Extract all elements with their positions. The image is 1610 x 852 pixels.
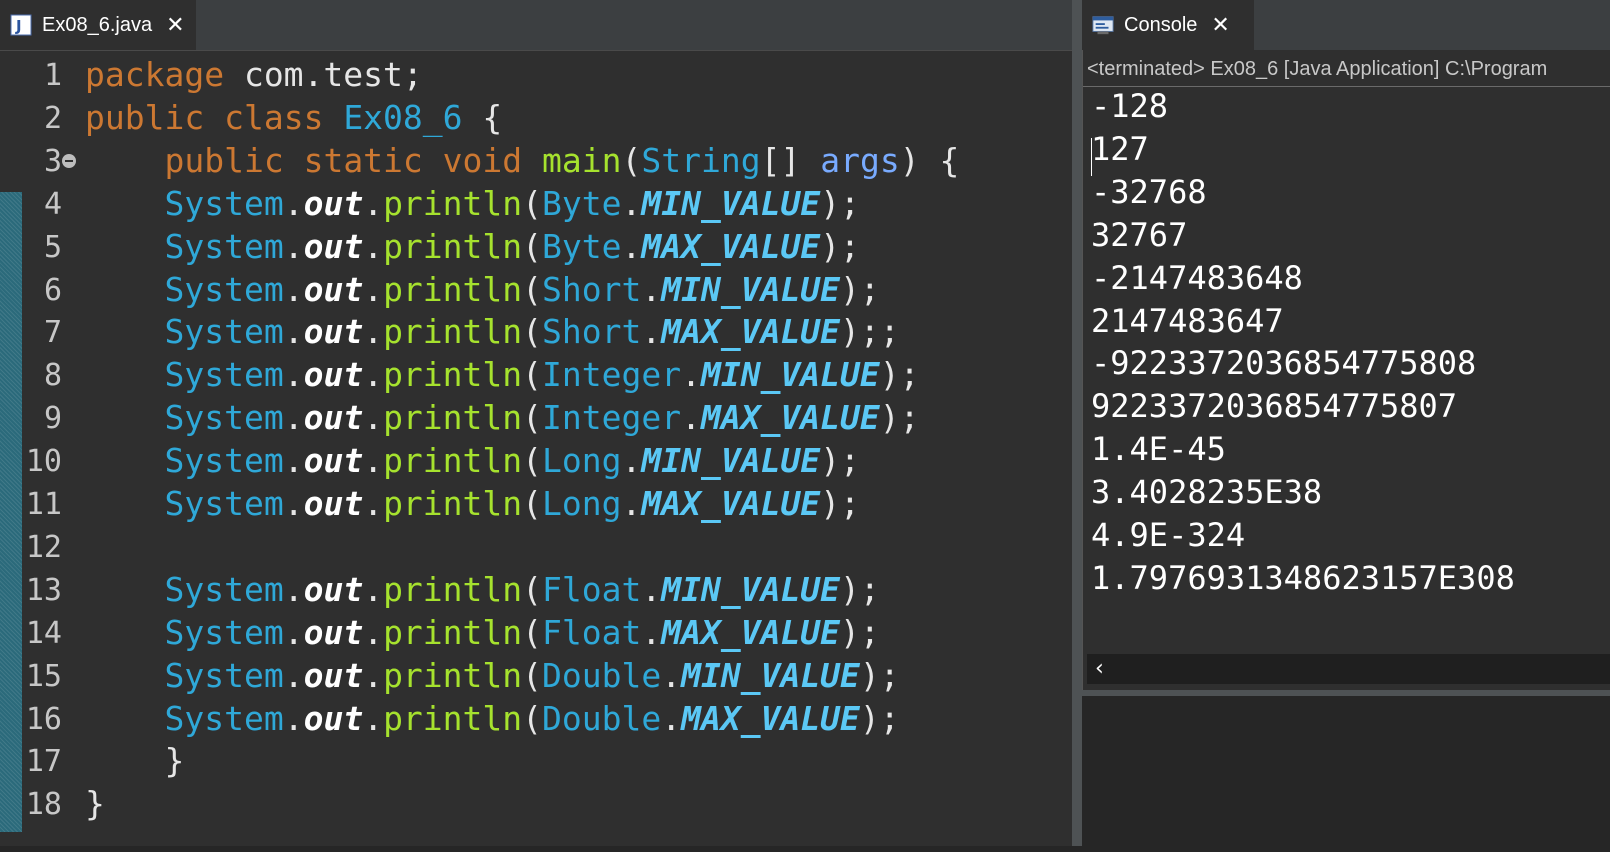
line-number: 9 xyxy=(43,401,62,437)
java-file-icon: J xyxy=(10,14,32,36)
scroll-left-icon[interactable]: ‹ xyxy=(1095,654,1104,684)
code-line: package com.test; xyxy=(85,55,423,94)
panel-divider[interactable] xyxy=(1072,0,1082,846)
console-output-line: -2147483648 xyxy=(1091,258,1303,297)
code-line: System.out.println(Double.MIN_VALUE); xyxy=(164,655,900,695)
code-line: System.out.println(Byte.MIN_VALUE); xyxy=(164,183,860,223)
line-number: 10 xyxy=(25,444,62,480)
console-status-header: <terminated> Ex08_6 [Java Application] C… xyxy=(1087,58,1548,80)
console-output-line: 3.4028235E38 xyxy=(1091,473,1323,512)
line-number: 1 xyxy=(43,58,62,93)
line-number: 4 xyxy=(43,186,62,222)
code-line: System.out.println(Short.MIN_VALUE); xyxy=(164,269,880,309)
code-line: System.out.println(Long.MAX_VALUE); xyxy=(164,484,860,523)
code-line: System.out.println(Short.MAX_VALUE);; xyxy=(164,312,900,352)
console-output-line: -128 xyxy=(1091,87,1169,125)
code-line: } xyxy=(85,741,185,781)
console-output-line: 127 xyxy=(1091,129,1149,168)
tab-title: Console xyxy=(1124,13,1198,36)
code-line: System.out.println(Float.MIN_VALUE); xyxy=(164,569,880,609)
console-output-line: 9223372036854775807 xyxy=(1091,387,1458,426)
line-number: 11 xyxy=(25,487,62,522)
line-number: 17 xyxy=(25,744,62,780)
line-number: 15 xyxy=(25,658,62,694)
console-view: Console ✕ <terminated> Ex08_6 [Java Appl… xyxy=(1082,0,1610,852)
svg-text:J: J xyxy=(15,17,22,35)
code-line: System.out.println(Byte.MAX_VALUE); xyxy=(164,226,860,266)
code-editor[interactable]: J Ex08_6.java ✕ 1 2 3 4 5 6 7 8 9 10 11 12 13 14 15 16 1… xyxy=(0,0,1072,846)
console-output-area[interactable]: <terminated> Ex08_6 [Java Application] C… xyxy=(1082,50,1610,690)
code-line: System.out.println(Double.MAX_VALUE); xyxy=(164,698,900,738)
console-output-line: 2147483647 xyxy=(1091,301,1284,340)
horizontal-scrollbar[interactable]: ‹ xyxy=(1087,654,1610,684)
console-tab-bar: Console ✕ xyxy=(1082,0,1610,50)
line-number: 14 xyxy=(25,615,62,651)
line-number: 18 xyxy=(25,787,62,823)
code-line: System.out.println(Integer.MAX_VALUE); xyxy=(164,398,920,438)
console-output-line: 32767 xyxy=(1091,215,1188,254)
line-number: 3 xyxy=(43,143,62,179)
code-line: } xyxy=(85,784,105,824)
line-number: 13 xyxy=(25,572,62,608)
line-number: 6 xyxy=(43,272,62,308)
tab-console[interactable]: Console ✕ xyxy=(1082,0,1254,50)
console-output-line: 1.7976931348623157E308 xyxy=(1091,558,1515,597)
tab-title: Ex08_6.java xyxy=(42,13,153,36)
code-line: System.out.println(Float.MAX_VALUE); xyxy=(164,612,880,652)
line-number: 5 xyxy=(43,229,62,265)
console-output-line: 1.4E-45 xyxy=(1091,430,1226,469)
close-icon[interactable]: ✕ xyxy=(1211,13,1229,38)
code-line: public class Ex08_6 { xyxy=(85,97,503,137)
editor-tab-bar: J Ex08_6.java ✕ xyxy=(0,0,1072,51)
line-number: 8 xyxy=(43,358,62,394)
fold-collapse-icon[interactable] xyxy=(62,153,76,168)
line-number: 12 xyxy=(25,529,62,565)
console-output-line: -32768 xyxy=(1091,172,1207,211)
code-line: public static void main(String[] args) { xyxy=(164,140,960,180)
line-number: 2 xyxy=(43,100,62,136)
console-output-line: 4.9E-324 xyxy=(1091,516,1246,554)
console-icon xyxy=(1092,14,1114,36)
line-number-gutter: 1 2 3 4 5 6 7 8 9 10 11 12 13 14 15 16 17 18 xyxy=(0,52,80,846)
empty-panel-area xyxy=(1082,690,1610,852)
line-number: 7 xyxy=(43,315,62,351)
code-line: System.out.println(Integer.MIN_VALUE); xyxy=(164,355,920,395)
console-output-line: -9223372036854775808 xyxy=(1091,344,1477,383)
code-line: System.out.println(Long.MIN_VALUE); xyxy=(164,441,860,481)
line-number: 16 xyxy=(25,701,62,737)
close-icon[interactable]: ✕ xyxy=(166,13,184,38)
tab-ex08-6-java[interactable]: J Ex08_6.java ✕ xyxy=(0,0,196,50)
